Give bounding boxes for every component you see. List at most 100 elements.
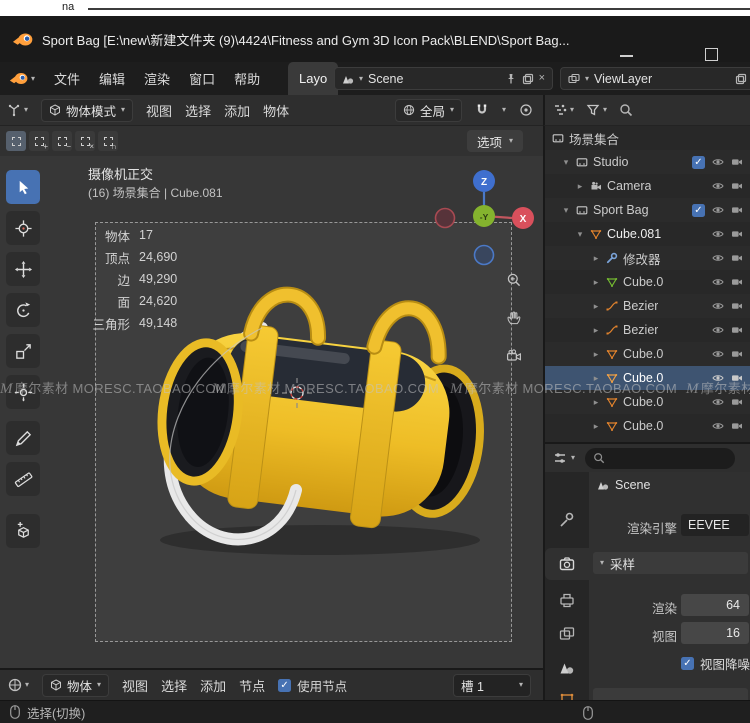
- tab-scene[interactable]: [559, 660, 575, 676]
- options-dropdown[interactable]: 选项 ▾: [467, 130, 524, 152]
- gizmo-neg-x-axis[interactable]: [434, 207, 456, 229]
- tab-render[interactable]: [559, 556, 575, 572]
- tab-object[interactable]: [559, 692, 575, 700]
- engine-dropdown[interactable]: EEVEE: [681, 514, 749, 536]
- next-section-header-partial[interactable]: [593, 688, 748, 700]
- eye-icon[interactable]: [712, 156, 724, 168]
- eye-icon[interactable]: [712, 300, 724, 312]
- menu-view[interactable]: 视图: [122, 676, 148, 695]
- disclosure-icon[interactable]: ▸: [591, 325, 601, 336]
- tool-measure[interactable]: [6, 462, 40, 496]
- outliner-row-cube-child-4[interactable]: ▸ Cube.0: [545, 414, 750, 438]
- menu-window[interactable]: 窗口: [189, 69, 215, 88]
- outliner-row-cube-child-2-active[interactable]: ▸ Cube.0: [545, 366, 750, 390]
- camera-visibility-icon[interactable]: [731, 228, 743, 240]
- shader-editor-type-button[interactable]: ▾: [8, 678, 29, 692]
- navigation-gizmo[interactable]: Z X -Y: [428, 164, 540, 276]
- camera-visibility-icon[interactable]: [731, 204, 743, 216]
- tool-transform[interactable]: [6, 375, 40, 409]
- tool-select-box[interactable]: [6, 170, 40, 204]
- disclosure-icon[interactable]: ▸: [591, 397, 601, 408]
- eye-icon[interactable]: [712, 372, 724, 384]
- blender-app-menu-button[interactable]: ▾: [9, 72, 35, 85]
- properties-breadcrumb[interactable]: Scene: [597, 478, 650, 492]
- maximize-button[interactable]: [705, 48, 718, 61]
- camera-visibility-icon[interactable]: [731, 252, 743, 264]
- tool-add-cube[interactable]: [6, 514, 40, 548]
- select-mode-invert[interactable]: ×: [75, 131, 95, 151]
- camera-visibility-icon[interactable]: [731, 420, 743, 432]
- use-nodes-toggle[interactable]: ✓ 使用节点: [278, 676, 347, 695]
- workspace-tab-layout[interactable]: Layo: [288, 62, 339, 95]
- outliner-row-bezier-1[interactable]: ▸ Bezier: [545, 294, 750, 318]
- new-copy-icon[interactable]: [735, 73, 747, 85]
- disclosure-icon[interactable]: ▸: [591, 373, 601, 384]
- eye-icon[interactable]: [712, 276, 724, 288]
- tool-scale[interactable]: [6, 334, 40, 368]
- disclosure-icon[interactable]: ▾: [561, 157, 571, 168]
- scene-selector[interactable]: ▾ Scene ×: [334, 67, 553, 90]
- menu-view[interactable]: 视图: [146, 101, 172, 120]
- proportional-editing-icon[interactable]: [519, 103, 533, 117]
- eye-icon[interactable]: [712, 204, 724, 216]
- camera-visibility-icon[interactable]: [731, 324, 743, 336]
- disclosure-icon[interactable]: ▸: [591, 301, 601, 312]
- menu-help[interactable]: 帮助: [234, 69, 260, 88]
- camera-visibility-icon[interactable]: [731, 300, 743, 312]
- menu-file[interactable]: 文件: [54, 69, 80, 88]
- minimize-button[interactable]: [620, 55, 633, 57]
- disclosure-icon[interactable]: ▾: [561, 205, 571, 216]
- pan-button[interactable]: [506, 310, 522, 326]
- properties-editor-icon[interactable]: [553, 451, 567, 465]
- collection-checkbox[interactable]: ✓: [692, 155, 705, 169]
- sampling-section-header[interactable]: ▾ 采样: [593, 552, 748, 574]
- camera-visibility-icon[interactable]: [731, 372, 743, 384]
- disclosure-icon[interactable]: ▸: [591, 277, 601, 288]
- unlink-icon[interactable]: ×: [539, 73, 545, 84]
- outliner-editor-type-button[interactable]: ▾: [553, 103, 574, 117]
- disclosure-icon[interactable]: ▸: [591, 421, 601, 432]
- camera-visibility-icon[interactable]: [731, 180, 743, 192]
- eye-icon[interactable]: [712, 420, 724, 432]
- disclosure-icon[interactable]: ▸: [591, 349, 601, 360]
- camera-view-button[interactable]: [506, 348, 522, 364]
- eye-icon[interactable]: [712, 228, 724, 240]
- tab-tool[interactable]: [559, 512, 575, 528]
- outliner-row-sport-bag[interactable]: ▾ Sport Bag ✓: [545, 198, 750, 222]
- pin-icon[interactable]: [505, 73, 517, 85]
- viewport-samples-field[interactable]: 16: [681, 622, 749, 644]
- outliner-row-cube-081[interactable]: ▾ Cube.081: [545, 222, 750, 246]
- snap-magnet-icon[interactable]: [475, 103, 489, 117]
- use-nodes-checkbox[interactable]: ✓: [278, 678, 292, 692]
- disclosure-icon[interactable]: ▸: [575, 181, 585, 192]
- outliner-row-scene-collection[interactable]: 场景集合: [545, 126, 750, 150]
- zoom-button[interactable]: [506, 272, 522, 288]
- outliner-row-modifiers[interactable]: ▸ 修改器: [545, 246, 750, 270]
- render-samples-field[interactable]: 64: [681, 594, 749, 616]
- disclosure-icon[interactable]: ▸: [591, 253, 601, 264]
- disclosure-icon[interactable]: ▾: [575, 229, 585, 240]
- menu-node[interactable]: 节点: [239, 676, 265, 695]
- tab-view-layer[interactable]: [559, 626, 575, 642]
- outliner-row-studio[interactable]: ▾ Studio ✓: [545, 150, 750, 174]
- properties-search-field[interactable]: [585, 447, 736, 469]
- menu-object[interactable]: 物体: [263, 101, 289, 120]
- eye-icon[interactable]: [712, 348, 724, 360]
- tab-output[interactable]: [559, 592, 575, 608]
- select-mode-subtract[interactable]: −: [52, 131, 72, 151]
- eye-icon[interactable]: [712, 252, 724, 264]
- collection-checkbox[interactable]: ✓: [692, 203, 705, 217]
- camera-visibility-icon[interactable]: [731, 276, 743, 288]
- camera-visibility-icon[interactable]: [731, 348, 743, 360]
- menu-add[interactable]: 添加: [200, 676, 226, 695]
- viewport-3d[interactable]: + − × ∩ 选项 ▾ 摄像机正交 (16) 场景集合 | Cube.081 …: [0, 126, 543, 668]
- camera-visibility-icon[interactable]: [731, 396, 743, 408]
- menu-select[interactable]: 选择: [161, 676, 187, 695]
- camera-visibility-icon[interactable]: [731, 156, 743, 168]
- snap-options-dropdown[interactable]: ▾: [502, 106, 506, 114]
- editor-type-button[interactable]: ▾: [7, 103, 28, 117]
- tool-rotate[interactable]: [6, 293, 40, 327]
- denoise-checkbox[interactable]: ✓: [681, 657, 694, 670]
- select-mode-extend[interactable]: +: [29, 131, 49, 151]
- tool-annotate[interactable]: [6, 421, 40, 455]
